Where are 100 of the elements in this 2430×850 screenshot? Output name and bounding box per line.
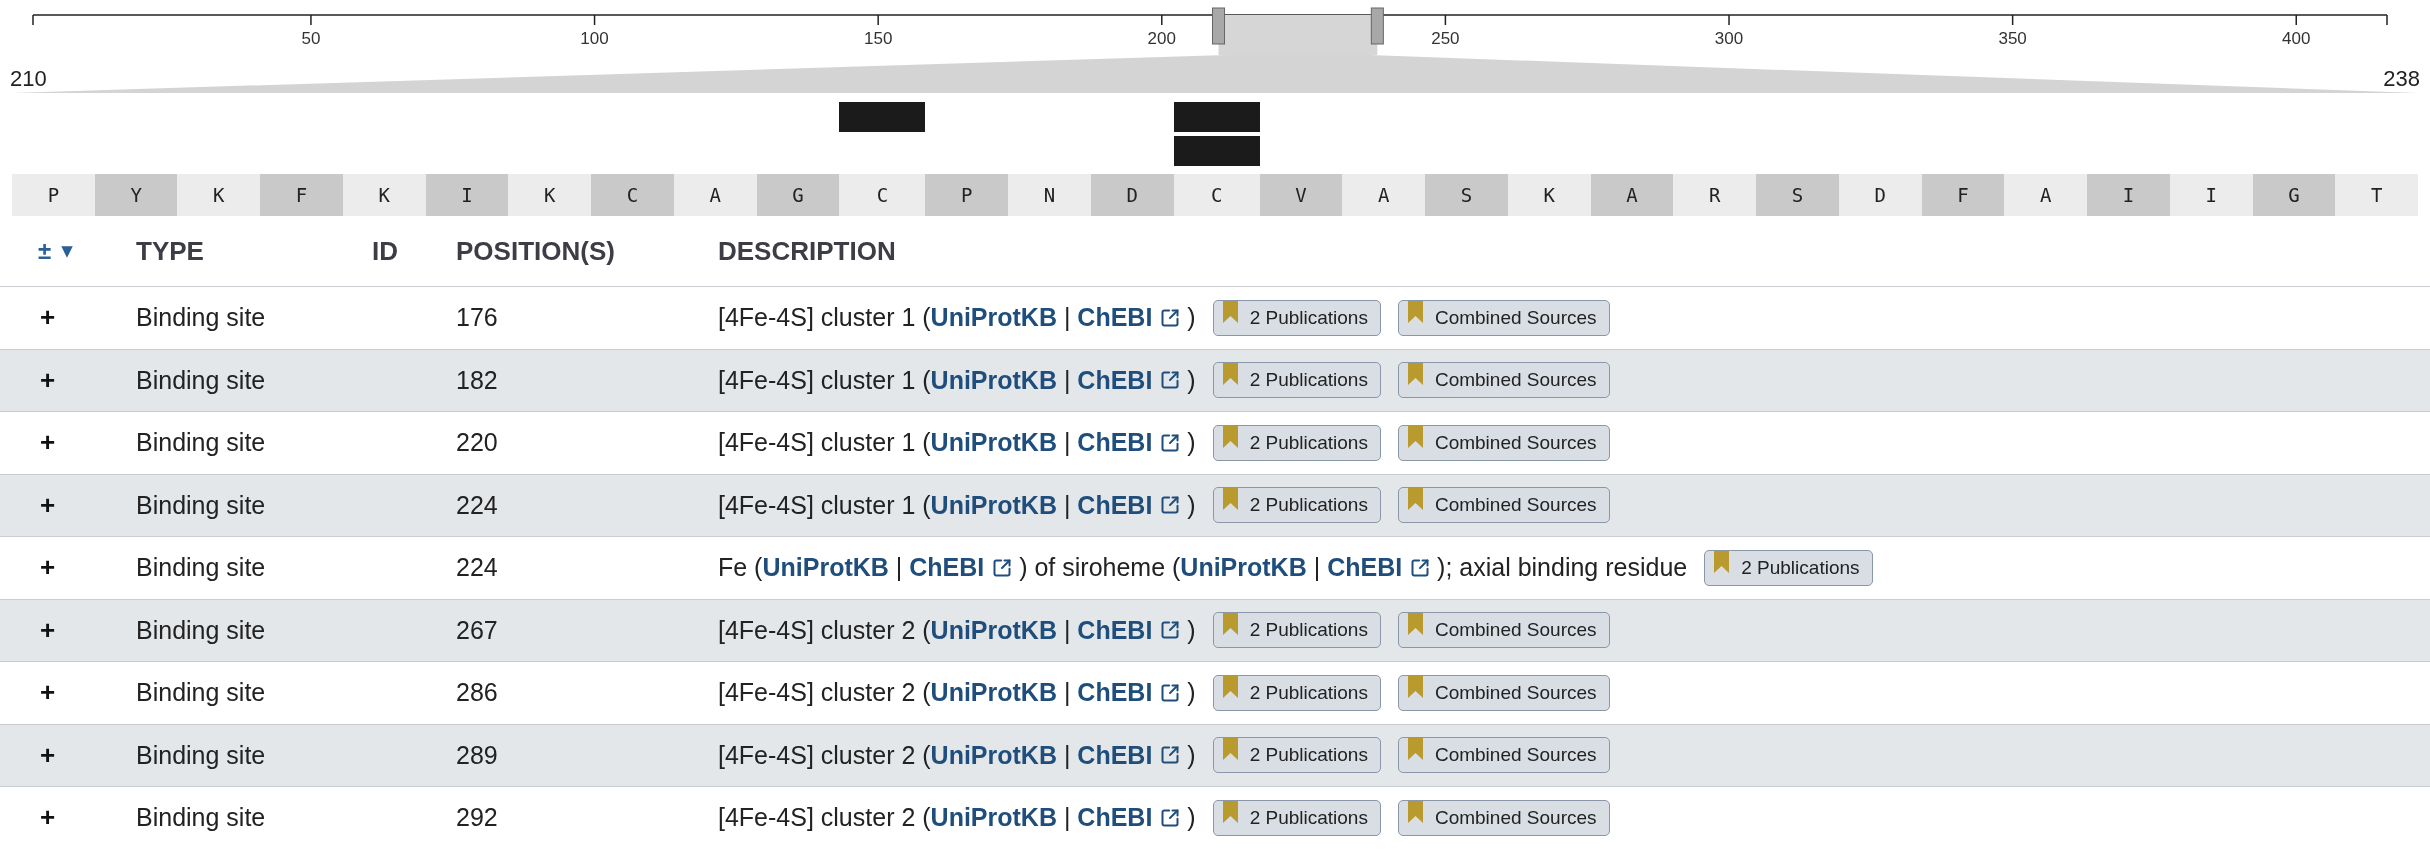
tick-label: 50	[301, 29, 321, 48]
type-cell-text: Binding site	[136, 678, 267, 708]
chebi-link[interactable]: ChEBI	[1077, 615, 1181, 645]
evidence-tag[interactable]: Combined Sources	[1397, 362, 1610, 399]
position-cell-text: 267	[456, 615, 499, 645]
tick-label: 250	[1431, 29, 1460, 48]
uniprot-link[interactable]: UniProtKB	[930, 490, 1057, 520]
uniprot-link[interactable]: UniProtKB	[930, 615, 1057, 645]
column-header: DESCRIPTION	[718, 235, 897, 267]
chebi-link[interactable]: ChEBI	[1077, 303, 1181, 333]
column-header: TYPE	[136, 235, 205, 267]
bookmark-icon	[1407, 738, 1423, 761]
expand-button[interactable]: +	[38, 427, 56, 459]
bookmark-icon	[1714, 550, 1730, 573]
type-cell-text: Binding site	[136, 553, 267, 583]
residue-cell: S	[1425, 174, 1508, 216]
bookmark-icon	[1222, 425, 1238, 448]
uniprot-link[interactable]: UniProtKB	[762, 553, 889, 583]
external-link-icon	[1160, 432, 1181, 453]
chebi-link[interactable]: ChEBI	[1077, 678, 1181, 708]
evidence-tag[interactable]: Combined Sources	[1397, 424, 1610, 461]
external-link-icon	[1160, 495, 1181, 516]
evidence-tag[interactable]: 2 Publications	[1212, 674, 1381, 711]
evidence-tag[interactable]: Combined Sources	[1397, 487, 1610, 524]
expand-button[interactable]: +	[38, 677, 56, 709]
evidence-tag[interactable]: Combined Sources	[1397, 674, 1610, 711]
evidence-tag[interactable]: 2 Publications	[1704, 549, 1873, 586]
type-cell-text: Binding site	[136, 303, 267, 333]
uniprot-link[interactable]: UniProtKB	[930, 678, 1057, 708]
expand-button[interactable]: +	[38, 364, 56, 396]
expand-button[interactable]: +	[38, 489, 56, 521]
chebi-link[interactable]: ChEBI	[1327, 553, 1431, 583]
residue-cell: K	[1507, 174, 1591, 216]
evidence-tag[interactable]: 2 Publications	[1212, 737, 1381, 774]
bookmark-icon	[1222, 300, 1238, 323]
description-text: [4Fe-4S] cluster 2 (UniProtKB | ChEBI )	[718, 678, 1196, 708]
bookmark-icon	[1407, 488, 1423, 511]
tick-label: 200	[1147, 29, 1176, 48]
residue-cell: K	[342, 174, 426, 216]
feature-marker[interactable]	[839, 102, 926, 132]
column-header: POSITION(S)	[456, 235, 616, 267]
uniprot-link[interactable]: UniProtKB	[930, 740, 1057, 770]
chebi-link[interactable]: ChEBI	[1077, 803, 1181, 833]
position-cell-text: 289	[456, 740, 499, 770]
external-link-icon	[1160, 807, 1181, 828]
residue-cell: A	[1590, 174, 1674, 216]
residue-cell: A	[673, 174, 757, 216]
position-cell-text: 176	[456, 303, 499, 333]
feature-marker[interactable]	[1173, 136, 1260, 166]
chebi-link[interactable]: ChEBI	[1077, 490, 1181, 520]
residue-cell: D	[1838, 174, 1922, 216]
chebi-link[interactable]: ChEBI	[1077, 428, 1181, 458]
expand-button[interactable]: +	[38, 614, 56, 646]
bookmark-icon	[1407, 613, 1423, 636]
residue-cell: I	[2169, 174, 2253, 216]
sort-caret[interactable]: ▼	[61, 242, 73, 260]
expand-button[interactable]: +	[38, 739, 56, 771]
external-link-icon	[1410, 557, 1431, 578]
residue-cell: C	[1173, 174, 1260, 216]
residue-cell: R	[1673, 174, 1757, 216]
chebi-link[interactable]: ChEBI	[1077, 740, 1181, 770]
external-link-icon	[1160, 370, 1181, 391]
bookmark-icon	[1407, 300, 1423, 323]
evidence-tag[interactable]: 2 Publications	[1212, 299, 1381, 336]
position-cell-text: 292	[456, 803, 499, 833]
residue-cell: S	[1756, 174, 1839, 216]
bookmark-icon	[1222, 488, 1238, 511]
evidence-tag[interactable]: 2 Publications	[1212, 799, 1381, 836]
expand-all-toggle[interactable]: ±	[38, 237, 52, 265]
uniprot-link[interactable]: UniProtKB	[1180, 553, 1307, 583]
description-text: [4Fe-4S] cluster 1 (UniProtKB | ChEBI )	[718, 490, 1196, 520]
feature-marker[interactable]	[1173, 102, 1260, 132]
uniprot-link[interactable]: UniProtKB	[930, 303, 1057, 333]
description-text: [4Fe-4S] cluster 1 (UniProtKB | ChEBI )	[718, 303, 1196, 333]
uniprot-link[interactable]: UniProtKB	[930, 428, 1057, 458]
evidence-tag[interactable]: Combined Sources	[1397, 612, 1610, 649]
evidence-tag[interactable]: 2 Publications	[1212, 424, 1381, 461]
tick-label: 350	[1998, 29, 2027, 48]
brush-handle[interactable]	[1212, 7, 1225, 45]
evidence-tag[interactable]: Combined Sources	[1397, 799, 1610, 836]
evidence-tag[interactable]: Combined Sources	[1397, 737, 1610, 774]
expand-button[interactable]: +	[38, 802, 56, 834]
residue-cell: C	[839, 174, 926, 216]
position-cell-text: 286	[456, 678, 499, 708]
chebi-link[interactable]: ChEBI	[1077, 365, 1181, 395]
evidence-tag[interactable]: 2 Publications	[1212, 612, 1381, 649]
brush-handle[interactable]	[1370, 7, 1384, 45]
evidence-tag[interactable]: Combined Sources	[1397, 299, 1610, 336]
external-link-icon	[1160, 620, 1181, 641]
uniprot-link[interactable]: UniProtKB	[930, 803, 1057, 833]
residue-cell: I	[2087, 174, 2170, 216]
evidence-tag[interactable]: 2 Publications	[1212, 362, 1381, 399]
bookmark-icon	[1222, 800, 1238, 823]
expand-button[interactable]: +	[38, 302, 56, 334]
position-cell-text: 224	[456, 490, 499, 520]
expand-button[interactable]: +	[38, 552, 56, 584]
bookmark-icon	[1407, 675, 1423, 698]
uniprot-link[interactable]: UniProtKB	[930, 365, 1057, 395]
chebi-link[interactable]: ChEBI	[909, 553, 1013, 583]
evidence-tag[interactable]: 2 Publications	[1212, 487, 1381, 524]
